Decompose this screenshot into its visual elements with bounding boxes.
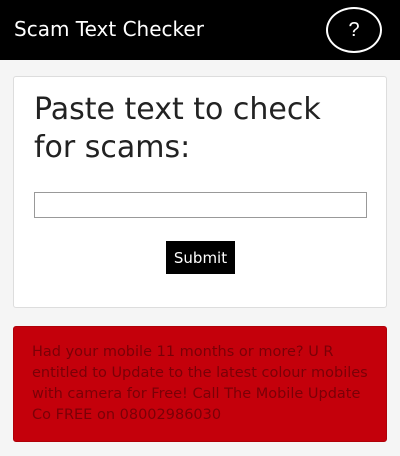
form-heading: Paste text to check for scams: xyxy=(34,92,321,165)
scam-result-panel: Had your mobile 11 months or more? U R e… xyxy=(13,326,387,442)
scam-text-input[interactable] xyxy=(34,192,367,218)
result-message: Had your mobile 11 months or more? U R e… xyxy=(32,344,368,423)
app-title: Scam Text Checker xyxy=(14,17,204,41)
app-header: Scam Text Checker ? xyxy=(0,0,400,60)
check-form-card: Paste text to check for scams: Submit xyxy=(13,76,387,308)
help-button[interactable]: ? xyxy=(326,7,382,53)
help-icon: ? xyxy=(348,18,360,41)
submit-button[interactable]: Submit xyxy=(166,241,235,274)
